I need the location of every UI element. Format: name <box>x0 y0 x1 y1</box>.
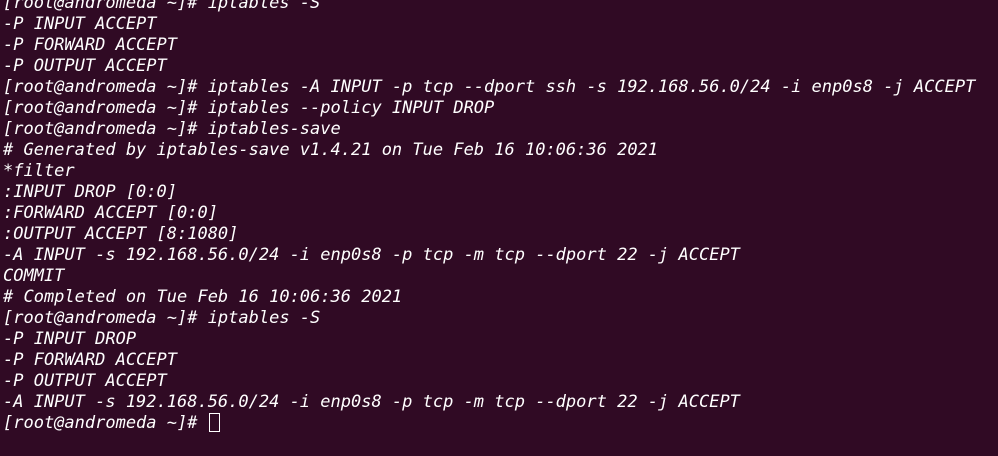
terminal-line: -A INPUT -s 192.168.56.0/24 -i enp0s8 -p… <box>3 245 740 265</box>
terminal-line: -P FORWARD ACCEPT <box>3 350 177 370</box>
terminal-line: [root@andromeda ~]# iptables-save <box>3 119 341 139</box>
terminal-line: -P INPUT DROP <box>3 329 137 349</box>
command-prompt-line[interactable]: [root@andromeda ~]# <box>3 413 975 434</box>
terminal-line: [root@andromeda ~]# iptables --policy IN… <box>3 98 495 118</box>
terminal-line: -P OUTPUT ACCEPT <box>3 371 167 391</box>
command-prompt: [root@andromeda ~]# <box>3 413 208 433</box>
terminal-output: [root@andromeda ~]# iptables -S -P INPUT… <box>3 0 975 434</box>
terminal-line: [root@andromeda ~]# iptables -S <box>3 308 321 328</box>
terminal-line: -P FORWARD ACCEPT <box>3 35 177 55</box>
terminal-line: COMMIT <box>3 266 65 286</box>
terminal-line: :OUTPUT ACCEPT [8:1080] <box>3 224 239 244</box>
terminal-line: :FORWARD ACCEPT [0:0] <box>3 203 218 223</box>
terminal-line: # Generated by iptables-save v1.4.21 on … <box>3 140 659 160</box>
terminal-line: [root@andromeda ~]# iptables -S <box>3 0 321 13</box>
text-cursor[interactable] <box>208 413 220 432</box>
terminal-line: -P OUTPUT ACCEPT <box>3 56 167 76</box>
terminal-line: -A INPUT -s 192.168.56.0/24 -i enp0s8 -p… <box>3 392 740 412</box>
terminal-line: :INPUT DROP [0:0] <box>3 182 177 202</box>
terminal-line: # Completed on Tue Feb 16 10:06:36 2021 <box>3 287 403 307</box>
terminal-line: *filter <box>3 161 75 181</box>
terminal-line: -P INPUT ACCEPT <box>3 14 157 34</box>
terminal-line: [root@andromeda ~]# iptables -A INPUT -p… <box>3 77 976 97</box>
terminal-window[interactable]: [root@andromeda ~]# iptables -S -P INPUT… <box>0 0 998 456</box>
